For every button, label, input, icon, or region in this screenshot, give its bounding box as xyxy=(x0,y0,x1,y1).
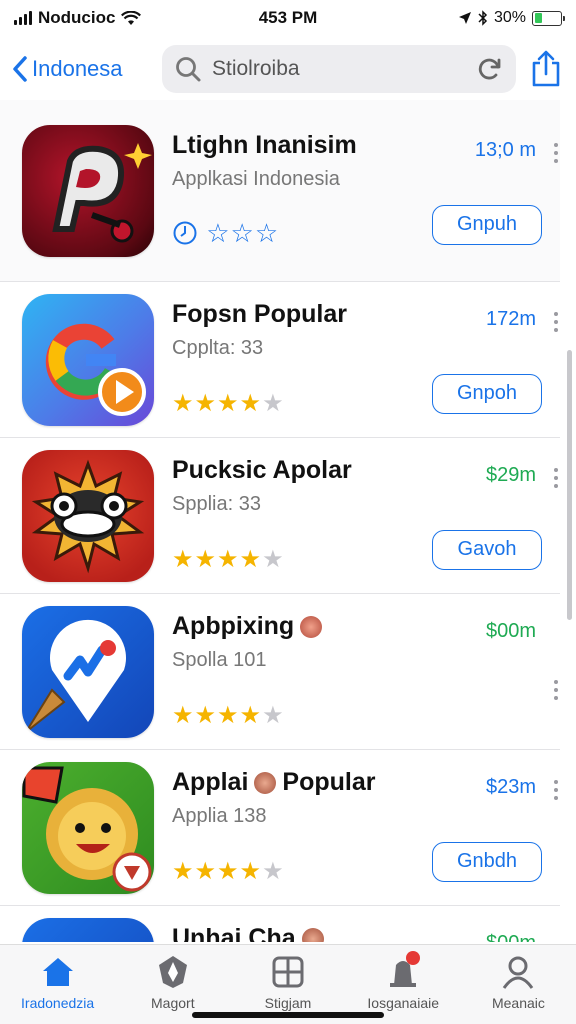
battery-percent: 30% xyxy=(493,9,526,26)
more-options-icon[interactable] xyxy=(554,467,558,488)
compass-icon xyxy=(158,956,187,988)
app-icon-google-play xyxy=(22,293,154,426)
back-label: Indonesa xyxy=(32,56,123,81)
app-row[interactable]: Applai Popular Applia 138 ★★★★★ $23m Gnbd… xyxy=(0,750,560,906)
status-bar: Noducioc 453 PM 30% xyxy=(0,0,576,36)
app-info: Applai Popular Applia 138 ★★★★★ $23m Gnbd… xyxy=(172,762,560,894)
app-subtitle: Spolla 101 xyxy=(172,648,267,671)
more-options-icon[interactable] xyxy=(554,311,558,332)
app-size: 13;0 m xyxy=(474,138,536,161)
tab-label: Iradonedzia xyxy=(21,995,95,1011)
app-row[interactable]: Apbpixing Spolla 101 ★★★★★ $00m xyxy=(0,594,560,750)
tab-home[interactable]: Iradonedzia xyxy=(0,945,115,1024)
app-size: $23m xyxy=(485,775,536,798)
app-title-text: Apbpixing xyxy=(172,611,295,640)
wifi-icon xyxy=(121,10,142,25)
star-rating: ★★★★★ xyxy=(172,857,285,885)
app-info: Pucksic Apolar Spplia: 33 ★★★★★ $29m Gav… xyxy=(172,450,560,582)
app-row[interactable]: Unhai Cha $00m xyxy=(0,906,560,942)
app-subtitle: Applkasi Indonesia xyxy=(172,167,340,190)
star-rating: ☆☆☆ xyxy=(172,218,279,249)
app-subtitle: Cpplta: 33 xyxy=(172,336,264,359)
home-icon xyxy=(42,958,73,986)
tab-label: Meanaic xyxy=(491,995,545,1011)
star-icon: ☆ xyxy=(230,217,255,248)
status-left: Noducioc xyxy=(14,8,204,28)
app-icon-partial xyxy=(22,918,154,942)
tab-profile[interactable]: Meanaic xyxy=(461,945,576,1024)
star-rating: ★★★★★ xyxy=(172,389,285,417)
refresh-icon[interactable] xyxy=(476,55,504,83)
carrier-label: Noducioc xyxy=(38,8,116,27)
app-size: $00m xyxy=(485,619,536,642)
get-button[interactable]: Gnpuh xyxy=(432,204,542,245)
status-time: 453 PM xyxy=(258,8,318,27)
app-icon-logo-p xyxy=(22,124,154,257)
app-row[interactable]: Pucksic Apolar Spplia: 33 ★★★★★ $29m Gav… xyxy=(0,438,560,594)
signal-icon xyxy=(14,11,32,25)
tab-label: Iosganaiaie xyxy=(367,995,440,1011)
get-button[interactable]: Gnbdh xyxy=(432,841,542,882)
star-rating: ★★★★★ xyxy=(172,701,285,729)
app-title-text: Applai xyxy=(172,767,249,796)
app-row[interactable]: Ltighn Inanisim Applkasi Indonesia ☆☆☆ 1… xyxy=(0,100,560,282)
notification-badge xyxy=(405,951,420,965)
more-options-icon[interactable] xyxy=(554,779,558,800)
tab-bar: Iradonedzia Magort Stigjam Iosganaiaie M… xyxy=(0,944,576,1024)
app-subtitle: Spplia: 33 xyxy=(172,492,261,515)
chevron-left-icon xyxy=(13,56,27,82)
badge-emoji-icon xyxy=(254,771,277,794)
status-right: 30% xyxy=(372,9,565,27)
app-info: Ltighn Inanisim Applkasi Indonesia ☆☆☆ 1… xyxy=(172,125,560,257)
person-icon xyxy=(503,956,534,989)
home-indicator xyxy=(192,1012,384,1018)
battery-fill xyxy=(534,13,542,23)
app-icon-map-pin xyxy=(22,605,154,738)
tab-label: Magort xyxy=(151,995,195,1011)
get-button[interactable]: Gavoh xyxy=(432,529,542,570)
battery-icon xyxy=(532,10,565,26)
app-size: $29m xyxy=(485,463,536,486)
tab-label: Stigjam xyxy=(264,995,312,1011)
star-rating: ★★★★★ xyxy=(172,545,285,573)
app-icon-mascot-face xyxy=(22,449,154,582)
search-field[interactable]: Stiolroiba xyxy=(162,45,516,93)
app-title-text: Unhai Cha xyxy=(172,924,296,942)
clock-icon xyxy=(173,221,197,244)
search-input[interactable]: Stiolroiba xyxy=(212,57,466,81)
badge-emoji-icon xyxy=(301,928,324,942)
bluetooth-icon xyxy=(478,10,488,26)
more-options-icon[interactable] xyxy=(554,142,558,163)
app-subtitle: Applia 138 xyxy=(172,804,267,827)
location-icon xyxy=(458,12,471,24)
badge-emoji-icon xyxy=(300,615,323,638)
app-size: 172m xyxy=(485,307,536,330)
app-info: Fopsn Popular Cpplta: 33 ★★★★★ 172m Gnpo… xyxy=(172,294,560,426)
app-list: Ltighn Inanisim Applkasi Indonesia ☆☆☆ 1… xyxy=(0,100,576,942)
get-button[interactable]: Gnpoh xyxy=(432,373,542,414)
app-icon-lion-mascot xyxy=(22,761,154,894)
more-options-icon[interactable] xyxy=(554,679,558,700)
share-icon xyxy=(532,50,560,87)
search-icon xyxy=(176,57,201,82)
grid-icon xyxy=(272,956,304,988)
nav-bar: Indonesa Stiolroiba xyxy=(0,40,576,98)
app-info: Unhai Cha $00m xyxy=(172,918,560,942)
app-info: Apbpixing Spolla 101 ★★★★★ $00m xyxy=(172,606,560,738)
app-size: $00m xyxy=(486,932,536,942)
share-button[interactable] xyxy=(528,50,564,88)
star-icon: ☆ xyxy=(254,217,280,248)
back-button[interactable]: Indonesa xyxy=(12,55,162,83)
star-icon: ☆ xyxy=(206,217,231,248)
app-title-suffix: Popular xyxy=(282,767,376,796)
scrollbar[interactable] xyxy=(567,350,572,620)
app-row[interactable]: Fopsn Popular Cpplta: 33 ★★★★★ 172m Gnpo… xyxy=(0,282,560,438)
